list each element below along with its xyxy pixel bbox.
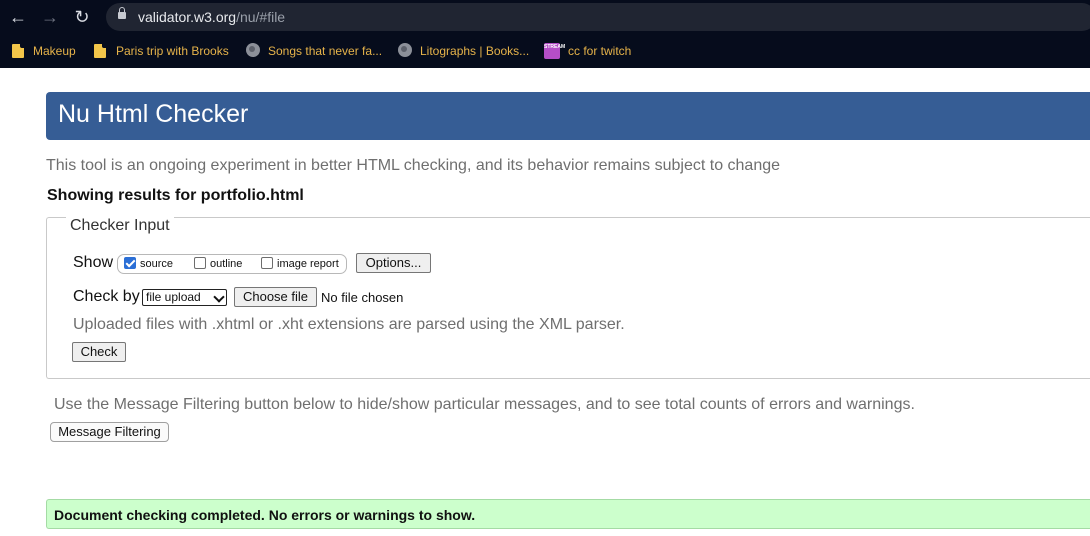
- bookmark-label: Songs that never fa...: [268, 44, 383, 58]
- show-options-group: source outline image report: [117, 254, 347, 274]
- check-by-label: Check by: [73, 288, 140, 305]
- outline-checkbox[interactable]: [194, 257, 206, 269]
- bookmark-label: Paris trip with Brooks: [116, 44, 229, 58]
- chevron-down-icon: [213, 291, 225, 303]
- bookmark-label: Makeup: [33, 44, 76, 58]
- folder-icon: [12, 44, 24, 58]
- reload-icon[interactable]: ↻: [71, 6, 93, 28]
- address-bar[interactable]: validator.w3.org/nu/#file: [106, 3, 1090, 31]
- show-label: Show: [73, 254, 114, 271]
- image-report-checkbox-label[interactable]: image report: [277, 258, 339, 270]
- outline-checkbox-label[interactable]: outline: [210, 258, 242, 270]
- url-text: validator.w3.org/nu/#file: [138, 9, 285, 25]
- page-header: Nu Html Checker: [46, 92, 1090, 140]
- globe-icon: [398, 43, 412, 57]
- bookmark-label: cc for twitch: [568, 44, 632, 58]
- choose-file-button[interactable]: Choose file: [234, 287, 317, 307]
- check-by-selected-value: file upload: [146, 290, 201, 304]
- message-filtering-hint: Use the Message Filtering button below t…: [54, 396, 915, 413]
- source-checkbox-label[interactable]: source: [140, 258, 173, 270]
- url-path: /nu/#file: [236, 9, 286, 25]
- tagline: This tool is an ongoing experiment in be…: [46, 157, 781, 174]
- bookmark-label: Litographs | Books...: [420, 44, 530, 58]
- checker-input-legend: Checker Input: [66, 217, 174, 235]
- check-button[interactable]: Check: [72, 342, 126, 362]
- page-title: Nu Html Checker: [58, 100, 249, 128]
- source-checkbox[interactable]: [124, 257, 136, 269]
- xml-parser-hint: Uploaded files with .xhtml or .xht exten…: [73, 316, 625, 333]
- image-report-checkbox[interactable]: [261, 257, 273, 269]
- results-heading: Showing results for portfolio.html: [47, 187, 304, 204]
- message-filtering-button[interactable]: Message Filtering: [50, 422, 169, 442]
- forward-arrow-icon[interactable]: →: [39, 6, 61, 28]
- browser-toolbar: ← → ↻ validator.w3.org/nu/#file: [0, 0, 1090, 34]
- stream-icon: STREAM: [544, 43, 565, 59]
- folder-icon: [94, 44, 106, 58]
- lock-icon: [118, 7, 126, 19]
- success-message: Document checking completed. No errors o…: [54, 507, 476, 523]
- success-banner: Document checking completed. No errors o…: [46, 499, 1090, 529]
- check-by-select[interactable]: file upload: [142, 289, 227, 306]
- file-status: No file chosen: [321, 290, 404, 305]
- globe-icon: [246, 43, 260, 57]
- bookmarks-bar: Makeup Paris trip with Brooks Songs that…: [0, 34, 1090, 68]
- back-arrow-icon[interactable]: ←: [7, 6, 29, 28]
- url-host: validator.w3.org: [138, 9, 237, 25]
- options-button[interactable]: Options...: [356, 253, 431, 273]
